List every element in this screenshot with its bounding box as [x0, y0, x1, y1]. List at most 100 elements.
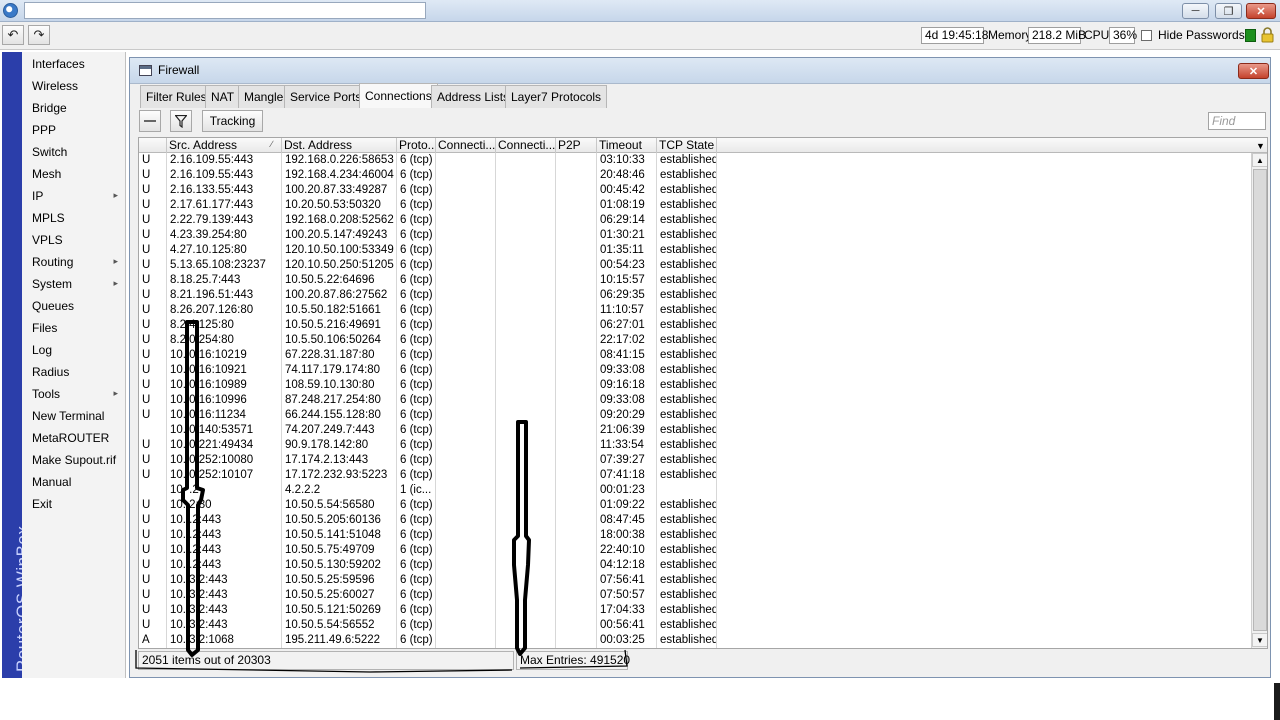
table-row[interactable]: U 10. 2:80 10.50.5.54:56580 6 (tcp) 01:09:22…: [139, 498, 1251, 513]
menu-item-queues[interactable]: Queues: [22, 295, 126, 317]
table-row[interactable]: U 10. 3.2:443 10.50.5.25:60027 6 (tcp) 07:50…: [139, 588, 1251, 603]
menu-item-files[interactable]: Files: [22, 317, 126, 339]
menu-item-radius[interactable]: Radius: [22, 361, 126, 383]
table-cell: [436, 348, 496, 363]
table-row[interactable]: U 10. 3.2:443 10.50.5.121:50269 6 (tcp) 17:0…: [139, 603, 1251, 618]
vertical-scrollbar[interactable]: ▲ ▼: [1251, 153, 1267, 648]
table-row[interactable]: U 10. 3.2:443 10.50.5.25:59596 6 (tcp) 07:56…: [139, 573, 1251, 588]
close-app-button[interactable]: ✕: [1246, 3, 1276, 19]
menu-item-exit[interactable]: Exit: [22, 493, 126, 515]
table-row[interactable]: A 10. 3.2:1068 195.211.49.6:5222 6 (tcp) 00:…: [139, 633, 1251, 648]
menu-item-metarouter[interactable]: MetaROUTER: [22, 427, 126, 449]
tracking-button[interactable]: Tracking: [202, 110, 263, 132]
table-cell: [496, 483, 556, 498]
tab-service-ports[interactable]: Service Ports: [284, 85, 368, 108]
table-row[interactable]: U 10. 3.2:443 10.50.5.54:56552 6 (tcp) 00:56…: [139, 618, 1251, 633]
menu-item-bridge[interactable]: Bridge: [22, 97, 126, 119]
table-row[interactable]: U 8.18.25.7:443 10.50.5.22:64696 6 (tcp) 10:…: [139, 273, 1251, 288]
table-row[interactable]: U 10. 0.16:11234 66.244.155.128:80 6 (tcp) 0…: [139, 408, 1251, 423]
table-row[interactable]: U 4.27.10.125:80 120.10.50.100:53349 6 (tcp…: [139, 243, 1251, 258]
filter-button[interactable]: [170, 110, 192, 132]
table-row[interactable]: U 10. 0.252:10107 17.172.232.93:5223 6 (tcp…: [139, 468, 1251, 483]
table-cell: 10. 0.16:10996: [167, 393, 282, 408]
remove-button[interactable]: [139, 110, 161, 132]
table-cell: [436, 408, 496, 423]
tab-layer7-protocols[interactable]: Layer7 Protocols: [505, 85, 608, 108]
table-row[interactable]: U 2.17.61.177:443 10.20.50.53:50320 6 (tcp)…: [139, 198, 1251, 213]
table-row[interactable]: U 10. 0.16:10921 74.117.179.174:80 6 (tcp) 0…: [139, 363, 1251, 378]
table-row[interactable]: U 10. .2:443 10.50.5.130:59202 6 (tcp) 04:12…: [139, 558, 1251, 573]
column-header[interactable]: Timeout: [597, 138, 657, 153]
table-row[interactable]: U 2.16.109.55:443 192.168.4.234:46004 6 (tc…: [139, 168, 1251, 183]
table-row[interactable]: U 8.2 0.254:80 10.5.50.106:50264 6 (tcp) 22:…: [139, 333, 1251, 348]
restore-button[interactable]: ❐: [1215, 3, 1242, 19]
tab-nat[interactable]: NAT: [205, 85, 241, 108]
scroll-down-icon[interactable]: ▼: [1252, 633, 1267, 647]
lock-icon[interactable]: [1261, 27, 1274, 43]
table-row[interactable]: U 10. 0.221:49434 90.9.178.142:80 6 (tcp) 11…: [139, 438, 1251, 453]
column-header[interactable]: Connecti...: [436, 138, 496, 153]
menu-item-manual[interactable]: Manual: [22, 471, 126, 493]
tab-mangle[interactable]: Mangle: [238, 85, 290, 108]
menu-item-make-supout-rif[interactable]: Make Supout.rif: [22, 449, 126, 471]
column-header[interactable]: Dst. Address: [282, 138, 397, 153]
firewall-title-bar[interactable]: Firewall ✕: [130, 58, 1270, 84]
table-row[interactable]: U 10. 0.16:10989 108.59.10.130:80 6 (tcp) 09…: [139, 378, 1251, 393]
menu-item-mpls[interactable]: MPLS: [22, 207, 126, 229]
column-header[interactable]: TCP State: [657, 138, 717, 153]
table-cell: [496, 468, 556, 483]
table-row[interactable]: U 5.13.65.108:23237 120.10.50.250:51205 6 (…: [139, 258, 1251, 273]
table-row[interactable]: U 10. 0.252:10080 17.174.2.13:443 6 (tcp) 07…: [139, 453, 1251, 468]
menu-item-ppp[interactable]: PPP: [22, 119, 126, 141]
find-input[interactable]: Find: [1208, 112, 1266, 130]
menu-item-switch[interactable]: Switch: [22, 141, 126, 163]
column-menu-icon[interactable]: ▼: [1256, 141, 1265, 151]
column-header[interactable]: Connecti...: [496, 138, 556, 153]
table-cell: 03:10:33: [597, 153, 657, 168]
menu-item-new-terminal[interactable]: New Terminal: [22, 405, 126, 427]
table-cell: [496, 543, 556, 558]
menu-item-interfaces[interactable]: Interfaces: [22, 53, 126, 75]
table-cell: [436, 543, 496, 558]
minimize-button[interactable]: ─: [1182, 3, 1209, 19]
column-header[interactable]: [139, 138, 167, 153]
menu-item-log[interactable]: Log: [22, 339, 126, 361]
tab-filter-rules[interactable]: Filter Rules: [140, 85, 213, 108]
menu-item-wireless[interactable]: Wireless: [22, 75, 126, 97]
table-row[interactable]: U 8.2 4.125:80 10.50.5.216:49691 6 (tcp) 06:…: [139, 318, 1251, 333]
menu-item-routing[interactable]: Routing ▸: [22, 251, 126, 273]
close-firewall-button[interactable]: ✕: [1238, 63, 1269, 79]
scroll-up-icon[interactable]: ▲: [1252, 153, 1267, 167]
menu-item-ip[interactable]: IP ▸: [22, 185, 126, 207]
table-row[interactable]: U 8.21.196.51:443 100.20.87.86:27562 6 (tcp…: [139, 288, 1251, 303]
menu-item-vpls[interactable]: VPLS: [22, 229, 126, 251]
redo-button[interactable]: ↷: [28, 25, 50, 45]
menu-item-mesh[interactable]: Mesh: [22, 163, 126, 185]
table-cell: U: [139, 573, 167, 588]
column-header[interactable]: P2P: [556, 138, 597, 153]
table-row[interactable]: U 10. 0.16:10219 67.228.31.187:80 6 (tcp) 08…: [139, 348, 1251, 363]
scroll-thumb[interactable]: [1253, 169, 1267, 631]
table-row[interactable]: 10. 0.140:53571 74.207.249.7:443 6 (tcp) 21…: [139, 423, 1251, 438]
menu-item-tools[interactable]: Tools ▸: [22, 383, 126, 405]
table-row[interactable]: U 8.26.207.126:80 10.5.50.182:51661 6 (tcp)…: [139, 303, 1251, 318]
table-row[interactable]: U 10. .2:443 10.50.5.75:49709 6 (tcp) 22:40:…: [139, 543, 1251, 558]
table-cell: [496, 603, 556, 618]
column-header[interactable]: Src. Address: [167, 138, 282, 153]
tab-address-lists[interactable]: Address Lists: [431, 85, 516, 108]
tab-connections[interactable]: Connections: [359, 83, 438, 108]
column-header[interactable]: Proto...: [397, 138, 436, 153]
table-row[interactable]: U 2.16.109.55:443 192.168.0.226:58653 6 (tc…: [139, 153, 1251, 168]
table-row[interactable]: U 10. 0.16:10996 87.248.217.254:80 6 (tcp) 0…: [139, 393, 1251, 408]
hide-passwords-checkbox[interactable]: [1141, 30, 1152, 41]
table-row[interactable]: U 2.22.79.139:443 192.168.0.208:52562 6 (tc…: [139, 213, 1251, 228]
table-cell: established: [657, 408, 717, 423]
menu-item-system[interactable]: System ▸: [22, 273, 126, 295]
undo-button[interactable]: ↶: [2, 25, 24, 45]
table-row[interactable]: 10. .2 4.2.2.2 1 (ic... 00:01:23: [139, 483, 1251, 498]
table-row[interactable]: U 4.23.39.254:80 100.20.5.147:49243 6 (tcp)…: [139, 228, 1251, 243]
table-row[interactable]: U 10. .2:443 10.50.5.205:60136 6 (tcp) 08:47…: [139, 513, 1251, 528]
table-row[interactable]: U 10. .2:443 10.50.5.141:51048 6 (tcp) 18:00…: [139, 528, 1251, 543]
table-row[interactable]: U 2.16.133.55:443 100.20.87.33:49287 6 (tcp…: [139, 183, 1251, 198]
table-cell: [556, 573, 597, 588]
